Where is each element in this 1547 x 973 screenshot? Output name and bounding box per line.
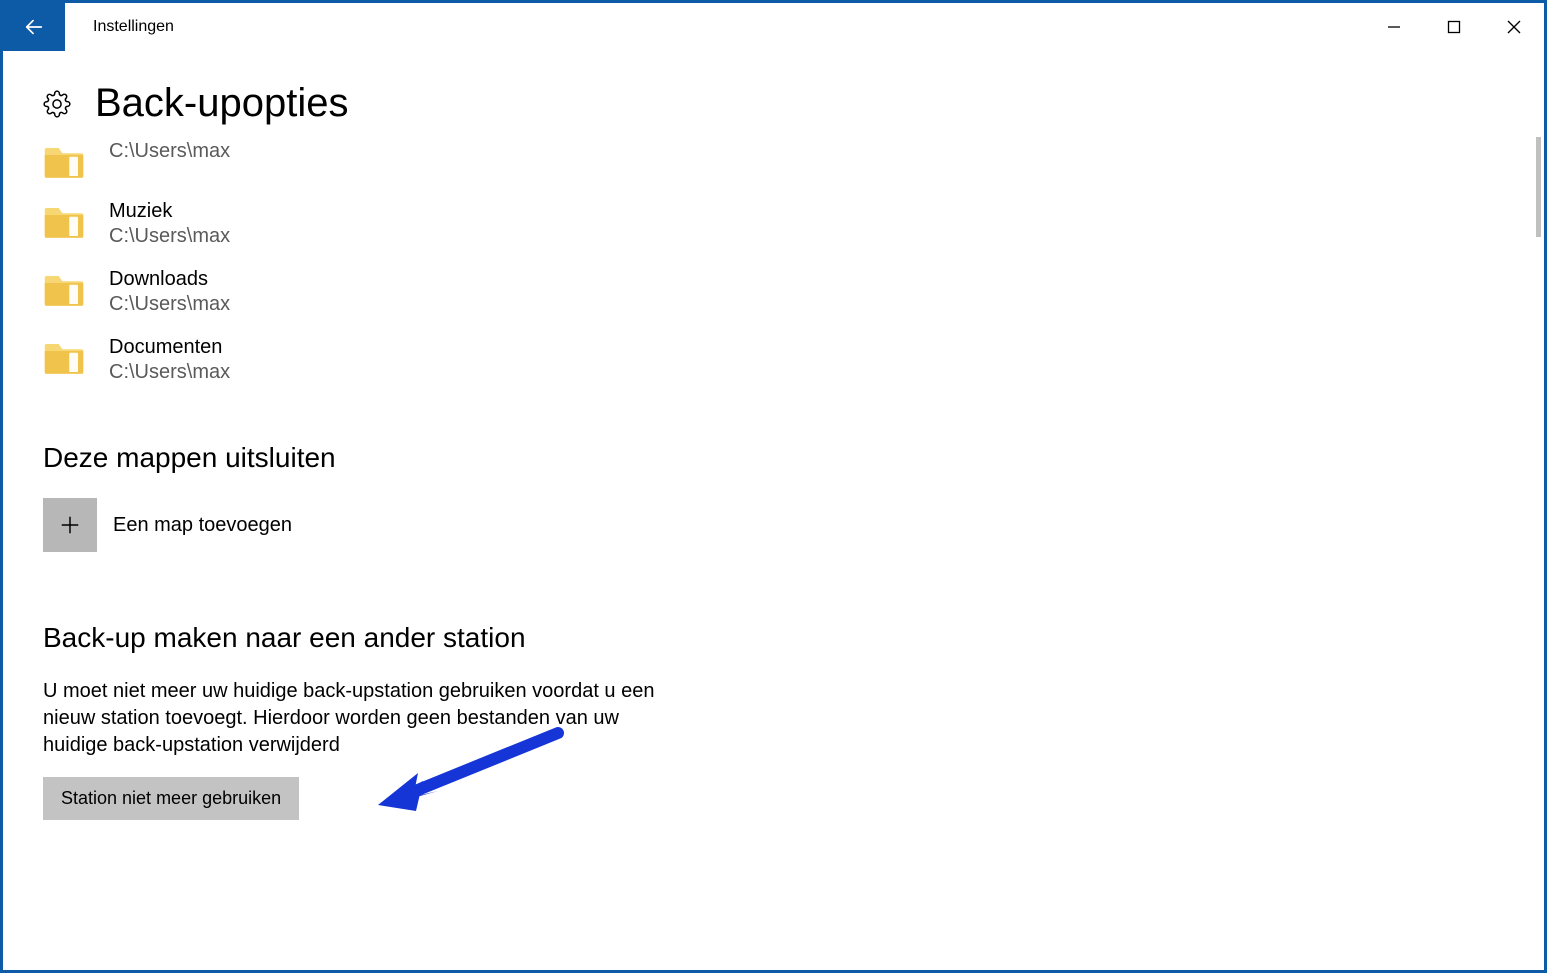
other-drive-heading: Back-up maken naar een ander station <box>43 622 1504 654</box>
folder-icon <box>43 204 85 240</box>
add-folder-label: Een map toevoegen <box>113 514 292 537</box>
folder-path: C:\Users\max <box>109 225 230 248</box>
stop-using-drive-button[interactable]: Station niet meer gebruiken <box>43 777 299 820</box>
folder-path: C:\Users\max <box>109 361 230 384</box>
folder-icon <box>43 144 85 180</box>
maximize-button[interactable] <box>1424 3 1484 51</box>
folder-icon <box>43 272 85 308</box>
folder-text: C:\Users\max <box>109 140 230 163</box>
folder-item[interactable]: Downloads C:\Users\max <box>43 258 1504 326</box>
folder-item[interactable]: Documenten C:\Users\max <box>43 326 1504 394</box>
folder-path: C:\Users\max <box>109 293 230 316</box>
folder-name: Documenten <box>109 336 230 359</box>
folder-list: C:\Users\max Muziek C:\Users\max <box>43 140 1504 394</box>
folder-icon <box>43 340 85 376</box>
folder-name: Muziek <box>109 200 230 223</box>
window-controls <box>1364 3 1544 51</box>
folder-item[interactable]: Muziek C:\Users\max <box>43 190 1504 258</box>
folder-text: Downloads C:\Users\max <box>109 268 230 316</box>
minimize-icon <box>1387 20 1401 34</box>
close-icon <box>1507 20 1521 34</box>
plus-icon <box>59 514 81 536</box>
gear-icon <box>43 90 71 118</box>
page-title: Back-upopties <box>95 81 348 126</box>
folder-name: Downloads <box>109 268 230 291</box>
arrow-left-icon <box>23 16 45 38</box>
content-area: Back-upopties C:\Users\max <box>3 51 1544 820</box>
add-folder-button[interactable]: Een map toevoegen <box>43 498 1504 552</box>
page-header: Back-upopties <box>43 81 1504 126</box>
scrollbar-thumb[interactable] <box>1536 137 1541 237</box>
window-title: Instellingen <box>93 18 174 36</box>
close-button[interactable] <box>1484 3 1544 51</box>
folder-text: Documenten C:\Users\max <box>109 336 230 384</box>
folder-text: Muziek C:\Users\max <box>109 200 230 248</box>
folder-item[interactable]: C:\Users\max <box>43 140 1504 190</box>
exclude-heading: Deze mappen uitsluiten <box>43 442 1504 474</box>
titlebar: Instellingen <box>3 3 1544 51</box>
folder-path: C:\Users\max <box>109 140 230 163</box>
minimize-button[interactable] <box>1364 3 1424 51</box>
plus-icon-box <box>43 498 97 552</box>
other-drive-description: U moet niet meer uw huidige back-upstati… <box>43 678 663 759</box>
back-button[interactable] <box>3 3 65 51</box>
maximize-icon <box>1447 20 1461 34</box>
